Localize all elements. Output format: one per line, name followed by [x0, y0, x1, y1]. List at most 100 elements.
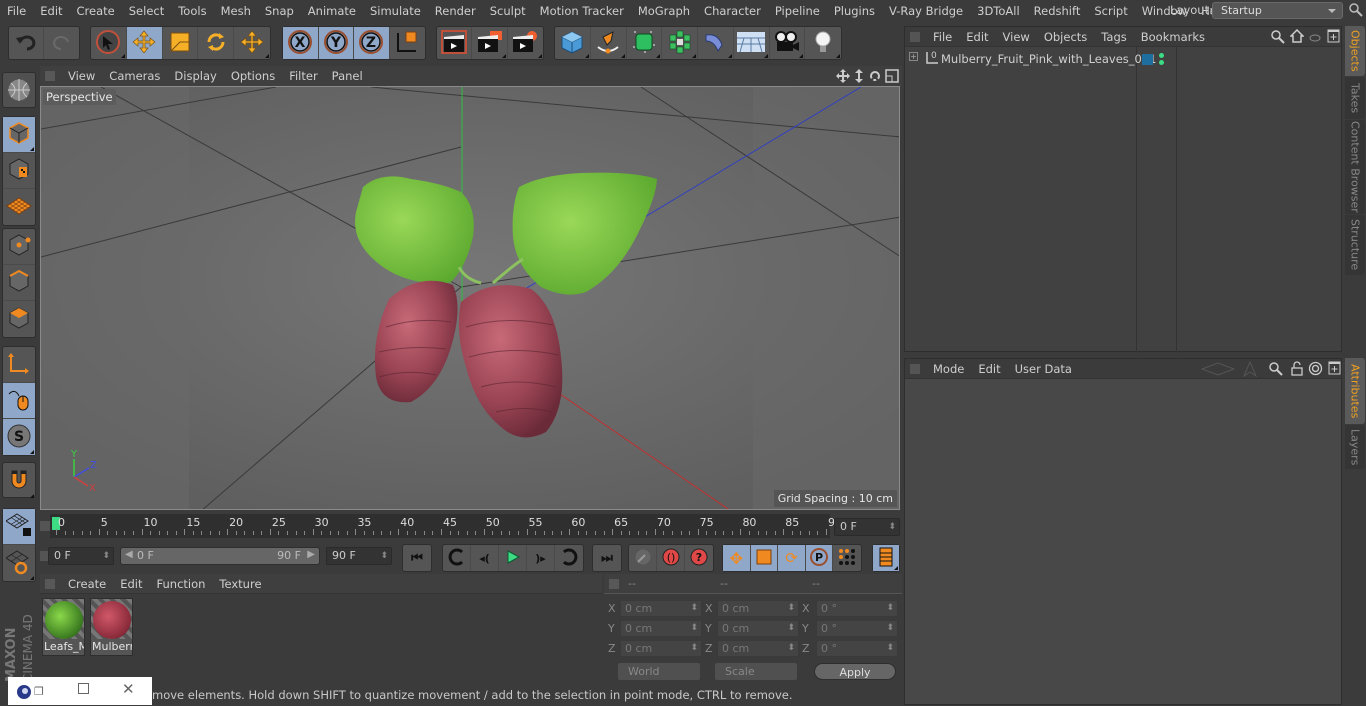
make-editable-button[interactable]: [3, 73, 35, 109]
key-position-button[interactable]: ✥: [723, 545, 751, 571]
workplane-align-button[interactable]: [3, 545, 35, 581]
cloner-button[interactable]: [662, 27, 698, 59]
key-parameter-button[interactable]: P: [805, 545, 834, 571]
menu-tools[interactable]: Tools: [171, 4, 213, 18]
subdivision-surface-button[interactable]: [627, 27, 663, 59]
current-frame-field[interactable]: 0 F: [834, 518, 900, 536]
restore-icon[interactable]: ❐: [34, 685, 44, 698]
cinema4d-app-icon[interactable]: [16, 684, 32, 703]
objects-menu-view[interactable]: View: [996, 30, 1037, 44]
key-rotation-button[interactable]: ⟳: [778, 545, 806, 571]
attributes-menu-mode[interactable]: Mode: [926, 362, 971, 376]
object-row[interactable]: + 0 Mulberry_Fruit_Pink_with_Leaves_001: [905, 49, 1343, 69]
menu-mograph[interactable]: MoGraph: [631, 4, 697, 18]
start-frame-field[interactable]: 0 F: [48, 547, 114, 565]
go-to-end-button[interactable]: ⏭: [593, 545, 621, 571]
render-settings-button[interactable]: [508, 27, 543, 59]
live-selection-button[interactable]: [91, 27, 127, 59]
render-picture-viewer-button[interactable]: [472, 27, 508, 59]
undo-button[interactable]: [9, 27, 45, 59]
frame-range-slider[interactable]: ◀ 0 F 90 F ▶: [120, 547, 320, 565]
panel-grip[interactable]: [45, 71, 55, 81]
filter-icon[interactable]: [1309, 32, 1321, 45]
search-icon[interactable]: [1269, 362, 1283, 379]
viewport-rotate-icon[interactable]: [868, 69, 882, 86]
camera-label[interactable]: Perspective: [43, 89, 116, 105]
record-keys-button[interactable]: [629, 545, 657, 571]
texture-mode-button[interactable]: [3, 153, 35, 189]
rotate-tool-button[interactable]: [198, 27, 235, 59]
model-mode-button[interactable]: [3, 117, 35, 153]
viewport-zoom-icon[interactable]: [852, 69, 866, 86]
position-x-field[interactable]: 0 cm: [620, 600, 702, 617]
range-right-arrow-icon[interactable]: ▶: [307, 549, 315, 560]
panel-grip[interactable]: [910, 363, 920, 374]
go-to-start-button[interactable]: ⏮: [403, 545, 431, 571]
key-scale-button[interactable]: [750, 545, 779, 571]
bend-deformer-button[interactable]: [698, 27, 734, 59]
timeline-ruler[interactable]: 051015202530354045505560657075808590: [50, 514, 842, 538]
material-menu-function[interactable]: Function: [150, 577, 213, 591]
search-icon[interactable]: [1271, 30, 1285, 47]
camera-button[interactable]: [770, 27, 806, 59]
material-item[interactable]: Mulberr: [90, 598, 133, 656]
menu-vray-bridge[interactable]: V-Ray Bridge: [882, 4, 970, 18]
tab-attributes[interactable]: Attributes: [1345, 358, 1365, 424]
material-menu-create[interactable]: Create: [61, 577, 113, 591]
objects-menu-objects[interactable]: Objects: [1037, 30, 1094, 44]
material-item[interactable]: Leafs_M: [42, 598, 85, 656]
viewport-menu-cameras[interactable]: Cameras: [102, 69, 167, 83]
key-pla-button[interactable]: [833, 545, 861, 571]
floor-button[interactable]: [734, 27, 770, 59]
tab-content-browser[interactable]: Content Browser: [1345, 120, 1365, 214]
panel-grip[interactable]: [45, 578, 55, 589]
menu-redshift[interactable]: Redshift: [1027, 4, 1088, 18]
workplane-mode-button[interactable]: [3, 189, 35, 225]
position-y-field[interactable]: 0 cm: [620, 620, 702, 637]
apply-button[interactable]: Apply: [814, 663, 896, 680]
menu-plugins[interactable]: Plugins: [827, 4, 882, 18]
range-left-arrow-icon[interactable]: ◀: [125, 549, 133, 560]
redo-button[interactable]: [44, 27, 79, 59]
y-axis-lock-button[interactable]: Y: [318, 27, 354, 59]
viewport-layout-icon[interactable]: [885, 69, 899, 86]
layer-color-swatch[interactable]: [1142, 54, 1153, 65]
points-mode-button[interactable]: [3, 229, 35, 265]
panel-grip[interactable]: [910, 31, 920, 42]
objects-menu-tags[interactable]: Tags: [1094, 30, 1133, 44]
editor-visibility-dot[interactable]: [1159, 53, 1164, 58]
tab-objects[interactable]: Objects: [1345, 26, 1365, 76]
pen-tool-button[interactable]: [591, 27, 627, 59]
menu-file[interactable]: File: [0, 4, 33, 18]
recent-tool-button[interactable]: [234, 27, 270, 59]
scale-tool-button[interactable]: [163, 27, 199, 59]
menu-motion-tracker[interactable]: Motion Tracker: [533, 4, 631, 18]
edges-mode-button[interactable]: [3, 265, 35, 301]
light-button[interactable]: [805, 27, 841, 59]
material-menu-edit[interactable]: Edit: [113, 577, 149, 591]
viewport-menu-filter[interactable]: Filter: [282, 69, 324, 83]
menu-mesh[interactable]: Mesh: [214, 4, 258, 18]
x-axis-lock-button[interactable]: X: [283, 27, 319, 59]
viewport-menu-display[interactable]: Display: [167, 69, 223, 83]
menu-select[interactable]: Select: [122, 4, 171, 18]
menu-snap[interactable]: Snap: [258, 4, 301, 18]
timeline-window-button[interactable]: [873, 545, 899, 571]
target-icon[interactable]: [1308, 361, 1323, 379]
menu-sculpt[interactable]: Sculpt: [483, 4, 533, 18]
viewport-menu-view[interactable]: View: [61, 69, 102, 83]
solo-button[interactable]: S: [3, 419, 35, 455]
axis-mode-button[interactable]: [3, 347, 35, 383]
up-arrow-icon[interactable]: [1242, 360, 1258, 380]
maximize-icon[interactable]: [78, 683, 89, 694]
size-z-field[interactable]: 0 cm: [717, 640, 799, 657]
tab-takes[interactable]: Takes: [1345, 77, 1365, 119]
play-button[interactable]: [499, 545, 527, 571]
next-frame-button[interactable]: )▸: [527, 545, 555, 571]
previous-keyframe-button[interactable]: [443, 545, 471, 571]
menu-3dtoall[interactable]: 3DToAll: [970, 4, 1027, 18]
objects-menu-file[interactable]: File: [926, 30, 959, 44]
material-menu-texture[interactable]: Texture: [212, 577, 268, 591]
objects-menu-edit[interactable]: Edit: [959, 30, 995, 44]
tweak-mode-button[interactable]: [3, 383, 35, 419]
